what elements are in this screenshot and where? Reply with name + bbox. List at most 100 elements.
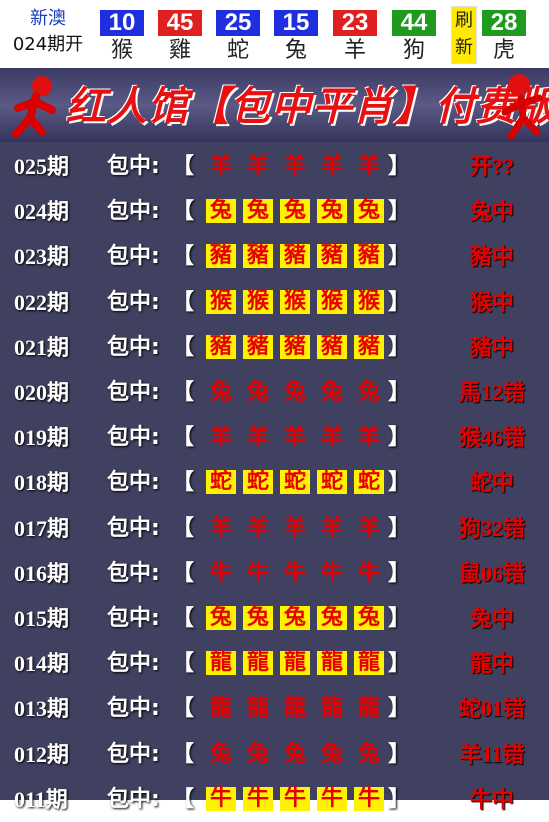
result-label: 兔中: [469, 606, 514, 631]
draw-result-header: 新澳 024期开 10 猴 45 雞 25 蛇 15 兔 23 羊 44 狗 刷…: [0, 0, 549, 68]
zodiac-pick: 龍: [246, 696, 269, 722]
open-bracket: 【: [172, 786, 195, 812]
period-label: 012期: [14, 741, 70, 767]
close-bracket: 】: [388, 651, 411, 677]
ball-zodiac: 雞: [168, 38, 191, 63]
zodiac-pick: 兔: [280, 606, 310, 630]
result-label: 牛中: [469, 786, 514, 812]
close-bracket: 】: [388, 244, 411, 270]
ball-zodiac: 蛇: [226, 38, 249, 63]
zodiac-pick: 兔: [283, 380, 306, 405]
zodiac-pick: 牛: [209, 560, 232, 586]
ball-number: 45: [158, 10, 202, 36]
special-ball: 28 虎: [482, 10, 526, 66]
period-label: 022期: [14, 289, 70, 315]
zodiac-pick: 羊: [357, 425, 380, 451]
ball-number: 44: [392, 10, 436, 36]
result-label: 开??: [469, 154, 514, 179]
list-item: 024期 包中: 【兔兔兔兔兔】兔中: [0, 189, 549, 234]
open-bracket: 【: [172, 741, 195, 767]
close-bracket: 】: [388, 289, 411, 315]
zodiac-pick: 兔: [209, 380, 232, 405]
open-bracket: 【: [172, 289, 195, 315]
bundle-label: 包中:: [107, 606, 160, 631]
bundle-label: 包中:: [107, 289, 160, 315]
bundle-label: 包中:: [107, 334, 160, 360]
period-label: 021期: [14, 334, 70, 360]
zodiac-pick: 兔: [243, 199, 273, 224]
zodiac-pick: 猴: [317, 289, 347, 314]
close-bracket: 】: [388, 741, 411, 767]
close-bracket: 】: [388, 560, 411, 586]
ball-zodiac: 兔: [284, 38, 307, 63]
open-bracket: 【: [172, 696, 195, 722]
period-label: 020期: [14, 380, 70, 405]
list-item: 025期 包中: 【羊羊羊羊羊】开??: [0, 144, 549, 189]
period-label: 025期: [14, 154, 70, 179]
open-bracket: 【: [172, 470, 195, 496]
bundle-label: 包中:: [107, 380, 160, 405]
brand-block: 新澳 024期开: [0, 6, 96, 58]
result-label: 馬12错: [458, 380, 525, 405]
bundle-label: 包中:: [107, 560, 160, 586]
zodiac-pick: 猴: [354, 289, 384, 314]
zodiac-pick: 龍: [243, 651, 273, 676]
list-item: 022期 包中: 【猴猴猴猴猴】猴中: [0, 280, 549, 325]
bundle-label: 包中:: [107, 651, 160, 677]
list-item: 013期 包中: 【龍龍龍龍龍】蛇01错: [0, 686, 549, 731]
list-item: 023期 包中: 【豬豬豬豬豬】豬中: [0, 234, 549, 279]
list-item: 014期 包中: 【龍龍龍龍龍】龍中: [0, 641, 549, 686]
refresh-button[interactable]: 刷 新: [451, 6, 477, 64]
open-bracket: 【: [172, 425, 195, 451]
zodiac-pick: 羊: [357, 154, 380, 179]
zodiac-pick: 兔: [357, 380, 380, 405]
zodiac-pick: 猴: [206, 289, 236, 314]
period-label: 024期: [14, 199, 70, 225]
ball-number: 15: [274, 10, 318, 36]
zodiac-pick: 兔: [243, 606, 273, 630]
bundle-label: 包中:: [107, 786, 160, 812]
bundle-label: 包中:: [107, 244, 160, 270]
period-label: 016期: [14, 560, 70, 586]
zodiac-pick: 豬: [206, 334, 236, 359]
period-label: 011期: [14, 786, 68, 812]
running-man-left-icon: [12, 76, 56, 138]
bundle-label: 包中:: [107, 696, 160, 722]
zodiac-pick: 蛇: [317, 470, 347, 495]
bundle-label: 包中:: [107, 199, 160, 225]
zodiac-pick: 豬: [354, 244, 384, 269]
ball-zodiac: 狗: [402, 38, 425, 63]
open-bracket: 【: [172, 199, 195, 225]
zodiac-pick: 豬: [317, 334, 347, 359]
refresh-label-bottom: 新: [455, 37, 473, 58]
bundle-label: 包中:: [107, 154, 160, 179]
period-label: 018期: [14, 470, 70, 496]
result-ball-2: 45 雞: [158, 10, 202, 66]
result-label: 羊11错: [459, 741, 525, 767]
result-label: 蛇01错: [458, 696, 525, 722]
brand-name: 新澳: [30, 8, 66, 29]
zodiac-pick: 羊: [209, 154, 232, 179]
zodiac-pick: 羊: [320, 425, 343, 451]
result-ball-6: 44 狗: [392, 10, 436, 66]
zodiac-pick: 羊: [320, 154, 343, 179]
zodiac-pick: 龍: [354, 651, 384, 676]
zodiac-pick: 豬: [243, 244, 273, 269]
zodiac-pick: 猴: [280, 289, 310, 314]
zodiac-pick: 羊: [283, 154, 306, 179]
result-label: 狗32错: [458, 515, 525, 541]
list-item: 016期 包中: 【牛牛牛牛牛】鼠06错: [0, 551, 549, 596]
zodiac-pick: 豬: [280, 244, 310, 269]
close-bracket: 】: [388, 786, 411, 812]
zodiac-pick: 羊: [209, 425, 232, 451]
zodiac-pick: 龍: [317, 651, 347, 676]
zodiac-pick: 豬: [280, 334, 310, 359]
zodiac-pick: 兔: [206, 199, 236, 224]
zodiac-pick: 牛: [317, 786, 347, 811]
zodiac-pick: 豬: [354, 334, 384, 359]
zodiac-pick: 羊: [320, 515, 343, 541]
zodiac-pick: 龍: [280, 651, 310, 676]
result-ball-3: 25 蛇: [216, 10, 260, 66]
close-bracket: 】: [388, 696, 411, 722]
ball-number: 10: [100, 10, 144, 36]
